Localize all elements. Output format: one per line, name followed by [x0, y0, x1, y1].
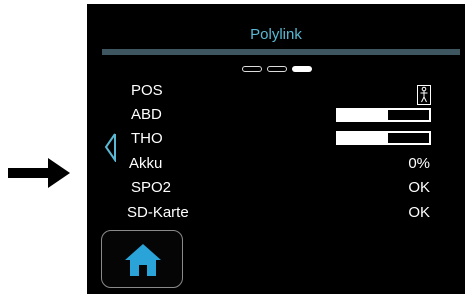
spo2-label: SPO2 [131, 179, 172, 196]
tho-signal-bar [336, 131, 431, 145]
page-dot-2[interactable] [267, 66, 287, 72]
abd-label: ABD [131, 106, 162, 123]
akku-value: 0% [408, 155, 430, 172]
device-screen: Polylink POS ABD THO Akku 0% SPO2 OK SD-… [87, 4, 465, 294]
sdkarte-value: OK [408, 204, 430, 221]
tho-signal-fill [338, 133, 389, 143]
pointer-arrow-icon [8, 158, 70, 188]
home-button[interactable] [101, 230, 183, 288]
title-bar [102, 49, 460, 55]
screen-title: Polylink [250, 26, 302, 43]
abd-signal-fill [338, 110, 389, 120]
page-dot-3[interactable] [292, 66, 312, 72]
tho-label: THO [131, 130, 163, 147]
home-icon [125, 244, 161, 276]
sdkarte-label: SD-Karte [127, 204, 189, 221]
spo2-value: OK [408, 179, 430, 196]
page-dot-1[interactable] [242, 66, 262, 72]
abd-signal-bar [336, 108, 431, 122]
pos-label: POS [131, 82, 163, 99]
akku-label: Akku [129, 155, 163, 172]
chevron-left-icon[interactable] [103, 132, 117, 162]
body-position-standing-icon [417, 85, 431, 105]
